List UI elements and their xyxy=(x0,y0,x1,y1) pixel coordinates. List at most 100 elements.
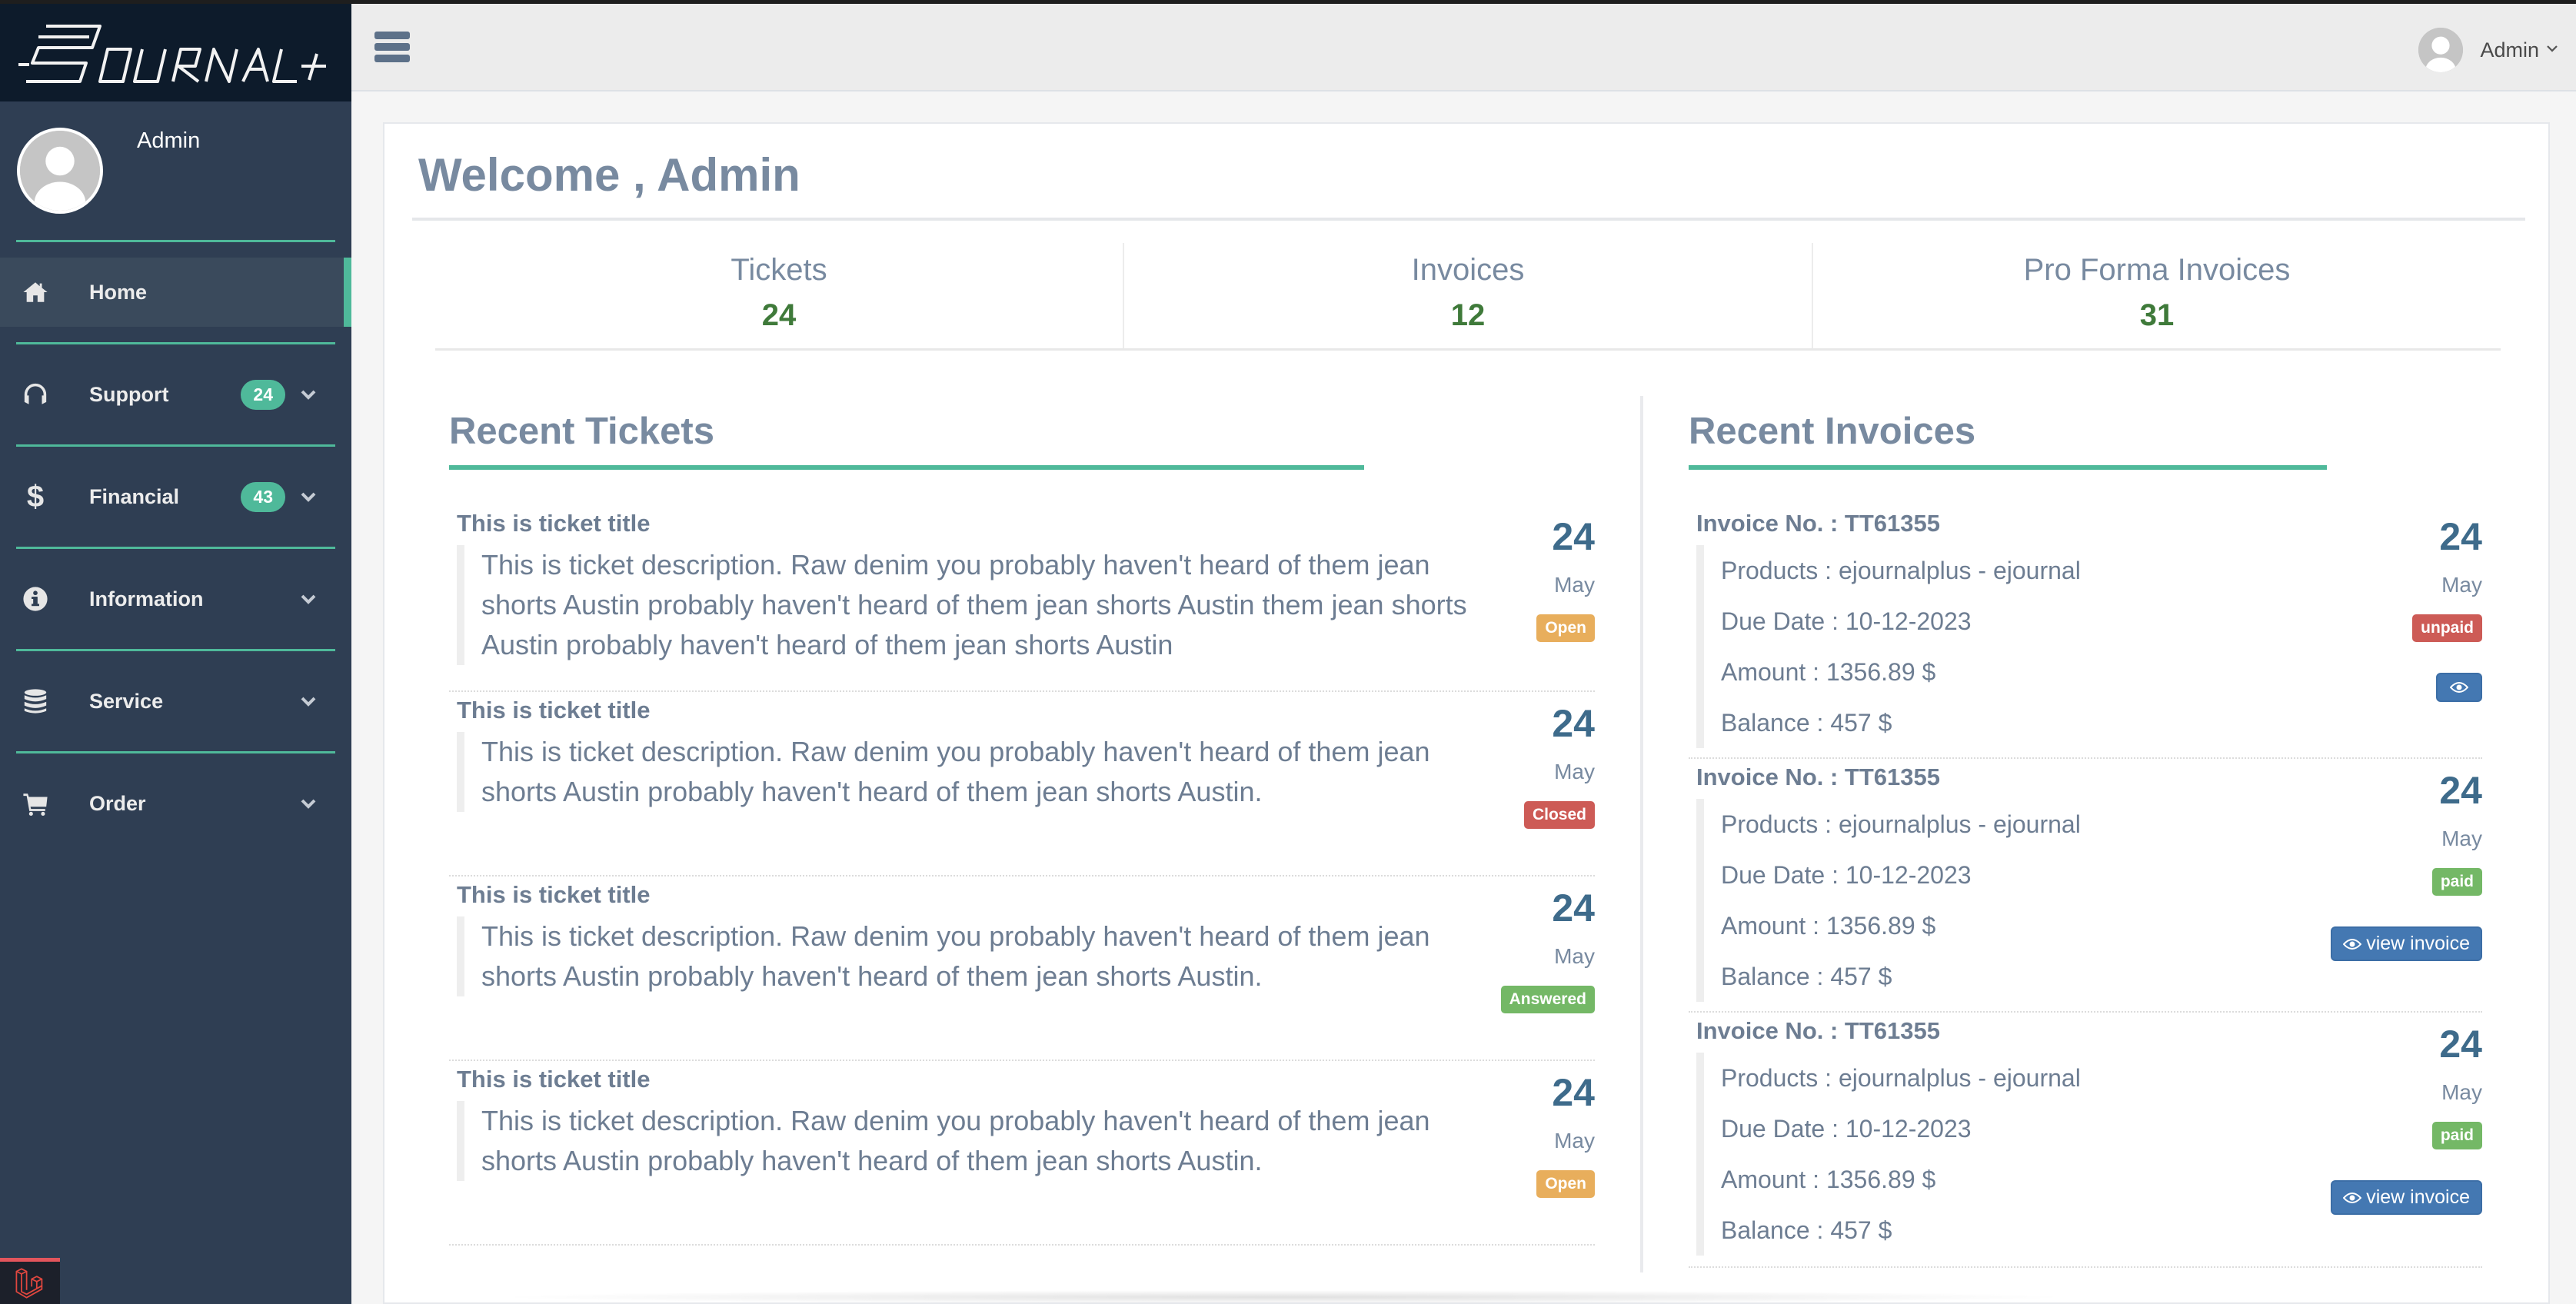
stat-label: Tickets xyxy=(731,253,827,287)
stat-value: 24 xyxy=(761,298,797,332)
invoice-row[interactable]: Invoice No. : TT61355 Products : ejourna… xyxy=(1689,1013,2482,1268)
info-icon xyxy=(22,585,49,613)
invoice-row[interactable]: Invoice No. : TT61355 Products : ejourna… xyxy=(1689,759,2482,1013)
section-underline xyxy=(1689,465,2327,470)
recent-tickets-list: This is ticket title This is ticket desc… xyxy=(449,505,1595,1246)
recent-invoices-list: Invoice No. : TT61355 Products : ejourna… xyxy=(1689,505,2482,1268)
window-top-strip xyxy=(0,0,2576,4)
recent-invoices-heading: Recent Invoices xyxy=(1689,411,1976,452)
sidebar-item-financial[interactable]: $ Financial 43 xyxy=(0,462,351,531)
divider xyxy=(412,218,2525,221)
ticket-row[interactable]: This is ticket title This is ticket desc… xyxy=(449,1061,1595,1246)
chevron-down-icon[interactable] xyxy=(299,590,318,608)
eye-icon xyxy=(2450,682,2468,693)
chevron-down-icon[interactable] xyxy=(299,487,318,506)
sidebar-user-panel: Admin xyxy=(0,101,351,240)
ticket-row[interactable]: This is ticket title This is ticket desc… xyxy=(449,505,1595,692)
chevron-down-icon xyxy=(2545,42,2559,59)
ticket-description: This is ticket description. Raw denim yo… xyxy=(457,1101,1506,1181)
invoice-amount: Amount : 1356.89 $ xyxy=(1721,658,1936,686)
payment-status-badge: paid xyxy=(2431,1122,2482,1149)
ticket-description: This is ticket description. Raw denim yo… xyxy=(457,545,1506,665)
invoice-products: Products : ejournalplus - ejournal xyxy=(1721,557,2081,584)
hamburger-icon xyxy=(374,32,410,39)
view-invoice-button[interactable]: view invoice xyxy=(2331,1180,2482,1215)
invoice-row[interactable]: Invoice No. : TT61355 Products : ejourna… xyxy=(1689,505,2482,759)
dollar-icon: $ xyxy=(26,479,45,514)
date-month: May xyxy=(1554,760,1595,783)
avatar[interactable] xyxy=(17,128,103,214)
sidebar-item-order[interactable]: Order xyxy=(0,769,351,838)
sidebar-item-support[interactable]: Support 24 xyxy=(0,360,351,429)
payment-status-badge: paid xyxy=(2431,868,2482,896)
stats-row: Tickets 24 Invoices 12 Pro Forma Invoice… xyxy=(435,243,2501,351)
ticket-date: 24 May Open xyxy=(1536,1070,1595,1198)
date-day: 24 xyxy=(1552,515,1595,558)
ticket-row[interactable]: This is ticket title This is ticket desc… xyxy=(449,692,1595,877)
status-badge: Closed xyxy=(1523,801,1595,829)
invoice-number[interactable]: Invoice No. : TT61355 xyxy=(1696,510,2482,537)
ejournal-logo-icon xyxy=(18,24,326,83)
sidebar-item-information[interactable]: Information xyxy=(0,564,351,634)
horizontal-scroll-shadow xyxy=(492,1290,2076,1304)
sidebar-item-home[interactable]: Home xyxy=(0,258,351,327)
invoice-due-date: Due Date : 10-12-2023 xyxy=(1721,607,1972,635)
page-title: Welcome , Admin xyxy=(418,149,800,201)
user-silhouette-icon xyxy=(2418,28,2464,72)
user-silhouette-icon xyxy=(20,131,100,211)
ticket-title[interactable]: This is ticket title xyxy=(457,697,1595,724)
date-month: May xyxy=(2441,1080,2482,1104)
stat-tickets[interactable]: Tickets 24 xyxy=(435,243,1124,348)
stat-value: 12 xyxy=(1450,298,1486,332)
date-month: May xyxy=(2441,827,2482,850)
laravel-debug-button[interactable] xyxy=(0,1258,60,1304)
user-menu-dropdown[interactable]: Admin xyxy=(2418,28,2559,72)
column-divider xyxy=(1640,396,1643,1272)
invoice-balance: Balance : 457 $ xyxy=(1721,709,1892,737)
view-invoice-label: view invoice xyxy=(2366,933,2470,954)
ticket-date: 24 May Open xyxy=(1536,514,1595,642)
date-month: May xyxy=(1554,1129,1595,1153)
stat-invoices[interactable]: Invoices 12 xyxy=(1124,243,1813,348)
chevron-down-icon[interactable] xyxy=(299,385,318,404)
cart-icon xyxy=(22,790,49,817)
home-icon xyxy=(22,278,49,306)
ticket-description: This is ticket description. Raw denim yo… xyxy=(457,732,1506,812)
chevron-down-icon[interactable] xyxy=(299,794,318,813)
sidebar-item-service[interactable]: Service xyxy=(0,667,351,736)
headset-icon xyxy=(22,381,49,408)
date-day: 24 xyxy=(2439,515,2482,558)
view-invoice-button[interactable]: view invoice xyxy=(2331,926,2482,961)
ticket-row[interactable]: This is ticket title This is ticket desc… xyxy=(449,877,1595,1061)
ticket-description: This is ticket description. Raw denim yo… xyxy=(457,916,1506,996)
menu-toggle-button[interactable] xyxy=(374,32,410,67)
view-invoice-button[interactable] xyxy=(2436,673,2482,702)
stat-pro-forma-invoices[interactable]: Pro Forma Invoices 31 xyxy=(1813,243,2501,348)
sidebar-item-label: Support xyxy=(89,382,169,406)
sidebar-item-label: Home xyxy=(89,280,148,304)
ticket-date: 24 May Closed xyxy=(1523,701,1595,829)
ticket-date: 24 May Answered xyxy=(1500,886,1595,1013)
ticket-title[interactable]: This is ticket title xyxy=(457,881,1595,909)
top-navbar: Admin xyxy=(351,4,2576,91)
recent-tickets-heading: Recent Tickets xyxy=(449,411,714,452)
status-badge: Open xyxy=(1536,1170,1595,1198)
database-icon xyxy=(22,687,49,715)
date-month: May xyxy=(1554,573,1595,597)
date-month: May xyxy=(1554,944,1595,968)
chevron-down-icon[interactable] xyxy=(299,692,318,710)
ticket-title[interactable]: This is ticket title xyxy=(457,510,1595,537)
eye-icon xyxy=(2343,1192,2362,1203)
status-badge: Answered xyxy=(1500,986,1595,1013)
brand-logo[interactable] xyxy=(0,4,351,101)
avatar xyxy=(2418,28,2464,72)
sidebar-user-name: Admin xyxy=(137,128,201,153)
invoice-date: 24 May paid view invoice xyxy=(2331,1022,2482,1215)
section-underline xyxy=(449,465,1364,470)
ticket-title[interactable]: This is ticket title xyxy=(457,1066,1595,1093)
stat-value: 31 xyxy=(2139,298,2175,332)
financial-count-badge: 43 xyxy=(241,481,285,512)
sidebar-item-label: Financial xyxy=(89,484,180,508)
view-invoice-label: view invoice xyxy=(2366,1186,2470,1208)
sidebar: Admin Home Support 24 $ Financial 43 Inf… xyxy=(0,4,351,1304)
